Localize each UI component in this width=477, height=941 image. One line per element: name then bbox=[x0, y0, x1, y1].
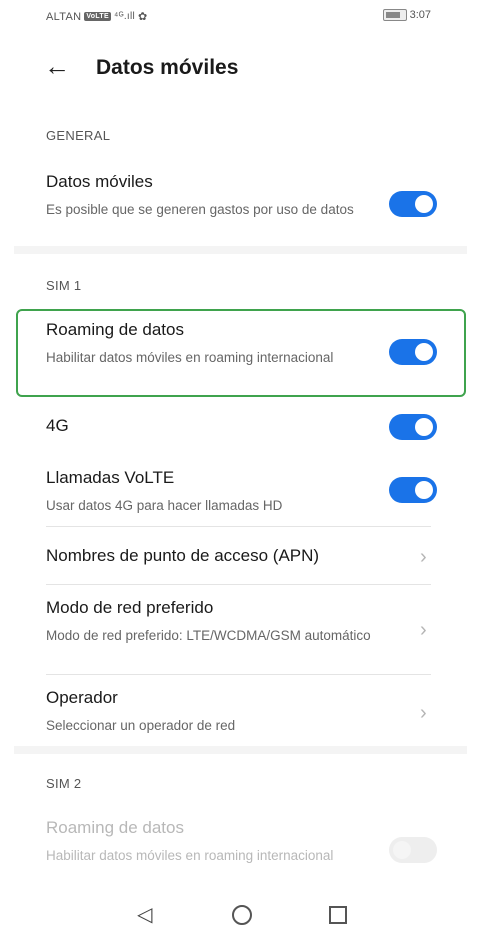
chevron-right-icon: › bbox=[420, 702, 427, 724]
volte-subtitle: Usar datos 4G para hacer llamadas HD bbox=[46, 498, 283, 513]
section-gap bbox=[14, 246, 467, 254]
mobile-data-row[interactable]: Datos móviles Es posible que se generen … bbox=[0, 170, 477, 242]
section-gap bbox=[14, 746, 467, 754]
volte-badge: VoLTE bbox=[84, 12, 111, 21]
operator-row[interactable]: Operador Seleccionar un operador de red … bbox=[0, 686, 477, 738]
mobile-data-title: Datos móviles bbox=[46, 172, 153, 191]
settings-status-icon: ✿ bbox=[138, 11, 148, 23]
four-g-row[interactable]: 4G bbox=[0, 408, 477, 448]
volte-row[interactable]: Llamadas VoLTE Usar datos 4G para hacer … bbox=[0, 466, 477, 522]
row-divider bbox=[46, 674, 431, 675]
network-mode-title: Modo de red preferido bbox=[46, 598, 214, 617]
nav-back-icon[interactable]: ◁ bbox=[137, 902, 152, 927]
sim2-roaming-toggle bbox=[389, 837, 437, 863]
row-divider bbox=[46, 526, 431, 527]
app-header: ← Datos móviles bbox=[0, 44, 477, 92]
sim1-roaming-row[interactable]: Roaming de datos Habilitar datos móviles… bbox=[0, 318, 477, 390]
operator-title: Operador bbox=[46, 688, 118, 707]
carrier-info: ALTAN VoLTE ⁴ᴳ.ıll ✿ bbox=[46, 10, 148, 24]
sim2-roaming-subtitle: Habilitar datos móviles en roaming inter… bbox=[46, 848, 334, 863]
volte-title: Llamadas VoLTE bbox=[46, 468, 175, 487]
apn-row[interactable]: Nombres de punto de acceso (APN) › bbox=[0, 530, 477, 582]
operator-subtitle: Seleccionar un operador de red bbox=[46, 718, 236, 733]
battery-time: 3:07 bbox=[382, 9, 431, 21]
network-mode-row[interactable]: Modo de red preferido Modo de red prefer… bbox=[0, 596, 477, 668]
toggle-knob bbox=[415, 343, 433, 361]
toggle-knob bbox=[415, 418, 433, 436]
sim1-roaming-subtitle: Habilitar datos móviles en roaming inter… bbox=[46, 350, 334, 365]
carrier-name: ALTAN bbox=[46, 10, 82, 23]
toggle-knob bbox=[415, 481, 433, 499]
status-bar: ALTAN VoLTE ⁴ᴳ.ıll ✿ 3:07 bbox=[0, 0, 477, 36]
signal-icon: ⁴ᴳ.ıll bbox=[113, 11, 136, 22]
page-title: Datos móviles bbox=[96, 56, 239, 79]
nav-home-icon[interactable] bbox=[232, 905, 252, 925]
chevron-right-icon: › bbox=[420, 619, 427, 641]
sim1-roaming-title: Roaming de datos bbox=[46, 320, 184, 339]
sim2-roaming-row: Roaming de datos Habilitar datos móviles… bbox=[0, 816, 477, 888]
status-time: 3:07 bbox=[409, 9, 431, 21]
nav-recents-icon[interactable] bbox=[329, 906, 347, 924]
toggle-knob bbox=[415, 195, 433, 213]
mobile-data-toggle[interactable] bbox=[389, 191, 437, 217]
sim2-roaming-title: Roaming de datos bbox=[46, 818, 184, 837]
back-arrow-icon[interactable]: ← bbox=[44, 52, 70, 80]
section-header-sim1: SIM 1 bbox=[46, 278, 82, 293]
chevron-right-icon: › bbox=[420, 546, 427, 568]
battery-icon bbox=[382, 9, 407, 21]
four-g-title: 4G bbox=[46, 416, 69, 435]
apn-title: Nombres de punto de acceso (APN) bbox=[46, 546, 320, 565]
volte-toggle[interactable] bbox=[389, 477, 437, 503]
network-mode-subtitle: Modo de red preferido: LTE/WCDMA/GSM aut… bbox=[46, 628, 371, 643]
system-navigation-bar: ◁ bbox=[0, 890, 477, 941]
mobile-data-subtitle: Es posible que se generen gastos por uso… bbox=[46, 202, 354, 217]
row-divider bbox=[46, 584, 431, 585]
four-g-toggle[interactable] bbox=[389, 414, 437, 440]
sim1-roaming-toggle[interactable] bbox=[389, 339, 437, 365]
toggle-knob bbox=[393, 841, 411, 859]
section-header-sim2: SIM 2 bbox=[46, 776, 82, 791]
section-header-general: GENERAL bbox=[46, 128, 111, 143]
